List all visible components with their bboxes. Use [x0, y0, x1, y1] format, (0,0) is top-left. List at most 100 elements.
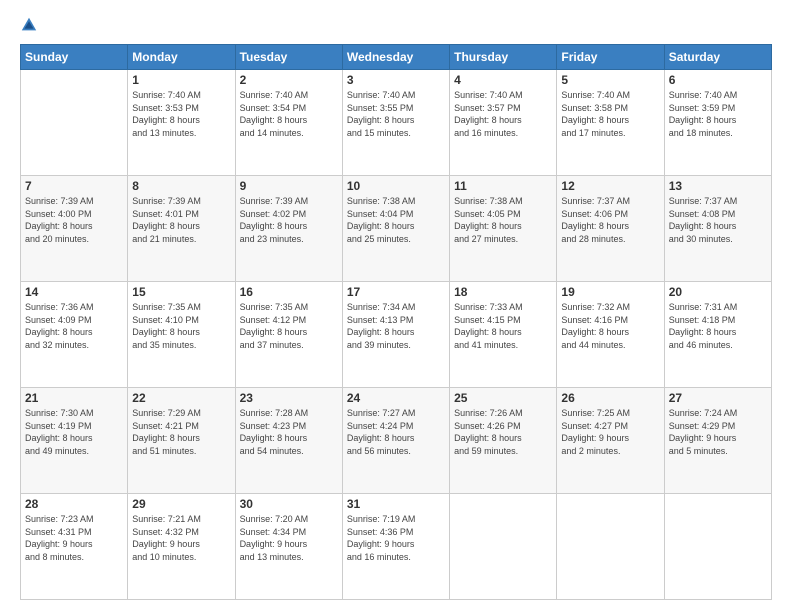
- calendar-cell: 1 Sunrise: 7:40 AM Sunset: 3:53 PM Daylig…: [128, 70, 235, 176]
- calendar-weekday-header: Tuesday: [235, 45, 342, 70]
- day-info: Sunrise: 7:19 AM Sunset: 4:36 PM Dayligh…: [347, 513, 445, 563]
- day-number: 31: [347, 497, 445, 511]
- day-number: 6: [669, 73, 767, 87]
- calendar-table: SundayMondayTuesdayWednesdayThursdayFrid…: [20, 44, 772, 600]
- day-number: 18: [454, 285, 552, 299]
- day-number: 13: [669, 179, 767, 193]
- calendar-cell: 14 Sunrise: 7:36 AM Sunset: 4:09 PM Dayli…: [21, 282, 128, 388]
- calendar-cell: 9 Sunrise: 7:39 AM Sunset: 4:02 PM Daylig…: [235, 176, 342, 282]
- calendar-cell: 31 Sunrise: 7:19 AM Sunset: 4:36 PM Dayli…: [342, 494, 449, 600]
- calendar-week-row: 1 Sunrise: 7:40 AM Sunset: 3:53 PM Daylig…: [21, 70, 772, 176]
- day-number: 17: [347, 285, 445, 299]
- day-number: 8: [132, 179, 230, 193]
- day-number: 27: [669, 391, 767, 405]
- day-number: 2: [240, 73, 338, 87]
- calendar-cell: 17Sunrise: 7:34 AM Sunset: 4:13 PM Dayli…: [342, 282, 449, 388]
- calendar-cell: 26 Sunrise: 7:25 AM Sunset: 4:27 PM Dayli…: [557, 388, 664, 494]
- day-number: 9: [240, 179, 338, 193]
- calendar-cell: 8Sunrise: 7:39 AM Sunset: 4:01 PM Daylig…: [128, 176, 235, 282]
- calendar-cell: 18 Sunrise: 7:33 AM Sunset: 4:15 PM Dayli…: [450, 282, 557, 388]
- calendar-cell: 11 Sunrise: 7:38 AM Sunset: 4:05 PM Dayli…: [450, 176, 557, 282]
- calendar-cell: 13Sunrise: 7:37 AM Sunset: 4:08 PM Dayli…: [664, 176, 771, 282]
- logo: [20, 16, 42, 34]
- day-info: Sunrise: 7:33 AM Sunset: 4:15 PM Dayligh…: [454, 301, 552, 351]
- calendar-weekday-header: Wednesday: [342, 45, 449, 70]
- day-info: Sunrise: 7:40 AM Sunset: 3:57 PM Dayligh…: [454, 89, 552, 139]
- calendar-cell: 28 Sunrise: 7:23 AM Sunset: 4:31 PM Dayli…: [21, 494, 128, 600]
- day-number: 16: [240, 285, 338, 299]
- day-info: Sunrise: 7:40 AM Sunset: 3:55 PM Dayligh…: [347, 89, 445, 139]
- day-info: Sunrise: 7:37 AM Sunset: 4:06 PM Dayligh…: [561, 195, 659, 245]
- calendar-weekday-header: Sunday: [21, 45, 128, 70]
- day-info: Sunrise: 7:39 AM Sunset: 4:02 PM Dayligh…: [240, 195, 338, 245]
- calendar-cell: 16 Sunrise: 7:35 AM Sunset: 4:12 PM Dayli…: [235, 282, 342, 388]
- day-number: 19: [561, 285, 659, 299]
- calendar-cell: 5Sunrise: 7:40 AM Sunset: 3:58 PM Daylig…: [557, 70, 664, 176]
- day-number: 29: [132, 497, 230, 511]
- day-number: 24: [347, 391, 445, 405]
- calendar-weekday-header: Monday: [128, 45, 235, 70]
- day-number: 25: [454, 391, 552, 405]
- calendar-cell: [557, 494, 664, 600]
- day-info: Sunrise: 7:21 AM Sunset: 4:32 PM Dayligh…: [132, 513, 230, 563]
- day-info: Sunrise: 7:38 AM Sunset: 4:05 PM Dayligh…: [454, 195, 552, 245]
- calendar-weekday-header: Thursday: [450, 45, 557, 70]
- day-info: Sunrise: 7:20 AM Sunset: 4:34 PM Dayligh…: [240, 513, 338, 563]
- day-info: Sunrise: 7:36 AM Sunset: 4:09 PM Dayligh…: [25, 301, 123, 351]
- calendar-cell: 20 Sunrise: 7:31 AM Sunset: 4:18 PM Dayli…: [664, 282, 771, 388]
- calendar-cell: 21 Sunrise: 7:30 AM Sunset: 4:19 PM Dayli…: [21, 388, 128, 494]
- day-number: 14: [25, 285, 123, 299]
- calendar-cell: 10Sunrise: 7:38 AM Sunset: 4:04 PM Dayli…: [342, 176, 449, 282]
- calendar-cell: 12Sunrise: 7:37 AM Sunset: 4:06 PM Dayli…: [557, 176, 664, 282]
- calendar-page: SundayMondayTuesdayWednesdayThursdayFrid…: [0, 0, 792, 612]
- day-number: 4: [454, 73, 552, 87]
- header: [20, 16, 772, 34]
- calendar-weekday-header: Saturday: [664, 45, 771, 70]
- calendar-cell: 30 Sunrise: 7:20 AM Sunset: 4:34 PM Dayli…: [235, 494, 342, 600]
- day-number: 21: [25, 391, 123, 405]
- calendar-cell: 29 Sunrise: 7:21 AM Sunset: 4:32 PM Dayli…: [128, 494, 235, 600]
- calendar-cell: 15 Sunrise: 7:35 AM Sunset: 4:10 PM Dayli…: [128, 282, 235, 388]
- calendar-cell: [21, 70, 128, 176]
- day-number: 22: [132, 391, 230, 405]
- day-number: 1: [132, 73, 230, 87]
- day-number: 26: [561, 391, 659, 405]
- calendar-cell: 25 Sunrise: 7:26 AM Sunset: 4:26 PM Dayli…: [450, 388, 557, 494]
- calendar-week-row: 28 Sunrise: 7:23 AM Sunset: 4:31 PM Dayli…: [21, 494, 772, 600]
- day-number: 30: [240, 497, 338, 511]
- calendar-cell: [450, 494, 557, 600]
- day-info: Sunrise: 7:32 AM Sunset: 4:16 PM Dayligh…: [561, 301, 659, 351]
- calendar-week-row: 21 Sunrise: 7:30 AM Sunset: 4:19 PM Dayli…: [21, 388, 772, 494]
- calendar-cell: 24 Sunrise: 7:27 AM Sunset: 4:24 PM Dayli…: [342, 388, 449, 494]
- day-number: 15: [132, 285, 230, 299]
- day-info: Sunrise: 7:31 AM Sunset: 4:18 PM Dayligh…: [669, 301, 767, 351]
- logo-icon: [20, 16, 38, 34]
- day-info: Sunrise: 7:38 AM Sunset: 4:04 PM Dayligh…: [347, 195, 445, 245]
- day-info: Sunrise: 7:39 AM Sunset: 4:00 PM Dayligh…: [25, 195, 123, 245]
- day-info: Sunrise: 7:29 AM Sunset: 4:21 PM Dayligh…: [132, 407, 230, 457]
- calendar-cell: 3 Sunrise: 7:40 AM Sunset: 3:55 PM Daylig…: [342, 70, 449, 176]
- day-info: Sunrise: 7:40 AM Sunset: 3:54 PM Dayligh…: [240, 89, 338, 139]
- day-number: 3: [347, 73, 445, 87]
- day-info: Sunrise: 7:27 AM Sunset: 4:24 PM Dayligh…: [347, 407, 445, 457]
- calendar-header-row: SundayMondayTuesdayWednesdayThursdayFrid…: [21, 45, 772, 70]
- calendar-cell: 6 Sunrise: 7:40 AM Sunset: 3:59 PM Daylig…: [664, 70, 771, 176]
- day-number: 20: [669, 285, 767, 299]
- day-info: Sunrise: 7:35 AM Sunset: 4:10 PM Dayligh…: [132, 301, 230, 351]
- calendar-cell: 27Sunrise: 7:24 AM Sunset: 4:29 PM Dayli…: [664, 388, 771, 494]
- day-number: 11: [454, 179, 552, 193]
- day-number: 28: [25, 497, 123, 511]
- day-info: Sunrise: 7:35 AM Sunset: 4:12 PM Dayligh…: [240, 301, 338, 351]
- calendar-week-row: 7Sunrise: 7:39 AM Sunset: 4:00 PM Daylig…: [21, 176, 772, 282]
- calendar-week-row: 14 Sunrise: 7:36 AM Sunset: 4:09 PM Dayli…: [21, 282, 772, 388]
- day-info: Sunrise: 7:25 AM Sunset: 4:27 PM Dayligh…: [561, 407, 659, 457]
- day-info: Sunrise: 7:40 AM Sunset: 3:59 PM Dayligh…: [669, 89, 767, 139]
- calendar-cell: 4 Sunrise: 7:40 AM Sunset: 3:57 PM Daylig…: [450, 70, 557, 176]
- calendar-cell: 7Sunrise: 7:39 AM Sunset: 4:00 PM Daylig…: [21, 176, 128, 282]
- day-info: Sunrise: 7:40 AM Sunset: 3:53 PM Dayligh…: [132, 89, 230, 139]
- day-info: Sunrise: 7:23 AM Sunset: 4:31 PM Dayligh…: [25, 513, 123, 563]
- day-info: Sunrise: 7:30 AM Sunset: 4:19 PM Dayligh…: [25, 407, 123, 457]
- calendar-weekday-header: Friday: [557, 45, 664, 70]
- day-info: Sunrise: 7:40 AM Sunset: 3:58 PM Dayligh…: [561, 89, 659, 139]
- day-info: Sunrise: 7:26 AM Sunset: 4:26 PM Dayligh…: [454, 407, 552, 457]
